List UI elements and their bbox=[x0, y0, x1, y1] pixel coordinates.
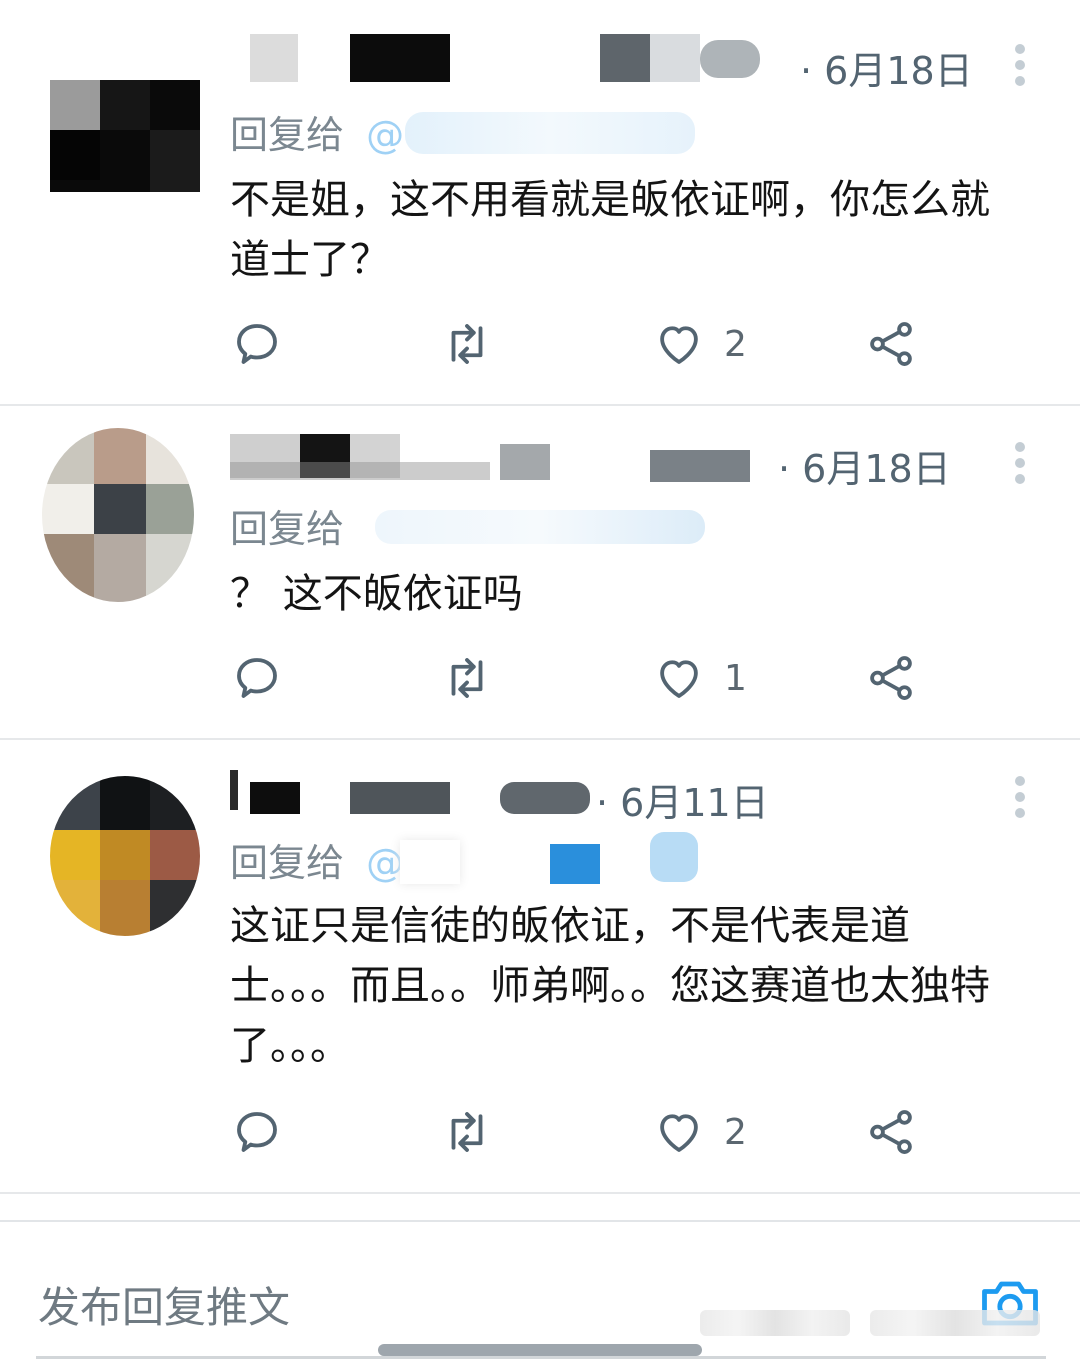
handle-redacted bbox=[700, 40, 760, 78]
tweet-text: 不是姐，这不用看就是皈依证啊，你怎么就道士了？ bbox=[230, 177, 990, 283]
avatar[interactable] bbox=[50, 776, 200, 936]
retweet-button[interactable] bbox=[440, 648, 512, 708]
mention-link[interactable]: @ bbox=[366, 113, 404, 157]
avatar[interactable] bbox=[50, 80, 200, 192]
like-icon bbox=[660, 1114, 698, 1152]
handle-redacted bbox=[500, 444, 550, 480]
mention-redacted bbox=[405, 112, 695, 154]
like-count: 1 bbox=[724, 657, 747, 699]
like-button[interactable]: 2 bbox=[652, 314, 747, 374]
input-underline bbox=[36, 1356, 1046, 1359]
username-redacted bbox=[350, 34, 450, 82]
mention-redacted bbox=[400, 840, 460, 884]
watermark bbox=[870, 1310, 1040, 1336]
handle-redacted bbox=[650, 450, 750, 482]
retweet-icon bbox=[451, 658, 483, 698]
share-button[interactable] bbox=[864, 314, 918, 374]
user-header[interactable]: · 6月11日 bbox=[230, 766, 810, 826]
share-button[interactable] bbox=[864, 648, 918, 708]
reply-to: 回复给 bbox=[230, 498, 354, 553]
share-icon bbox=[870, 322, 912, 366]
tweet-actions: 2 bbox=[230, 314, 950, 374]
tweet-3[interactable]: · 6月11日 回复给 @ 这证只是信徒的皈依证，不是代表是道士。。。而且。。师… bbox=[0, 740, 1080, 1192]
mention-redacted bbox=[650, 832, 698, 882]
mention-redacted bbox=[550, 844, 600, 884]
mention-link[interactable]: @ bbox=[366, 841, 404, 885]
like-button[interactable]: 1 bbox=[652, 648, 747, 708]
tweet-1[interactable]: · 6月18日 回复给 @ 不是姐，这不用看就是皈依证啊，你怎么就道士了？ 2 bbox=[0, 0, 1080, 404]
like-button[interactable]: 2 bbox=[652, 1102, 747, 1162]
reply-icon bbox=[237, 1112, 277, 1152]
tweet-divider bbox=[0, 1192, 1080, 1194]
reply-to-label: 回复给 bbox=[230, 841, 345, 885]
like-icon bbox=[660, 326, 698, 364]
like-count: 2 bbox=[724, 1111, 747, 1153]
handle-redacted bbox=[500, 782, 590, 814]
retweet-button[interactable] bbox=[440, 1102, 512, 1162]
reply-to-label: 回复给 bbox=[230, 507, 345, 551]
tweet-date[interactable]: · 6月11日 bbox=[596, 772, 769, 827]
tweet-date[interactable]: · 6月18日 bbox=[800, 40, 973, 95]
retweet-icon bbox=[451, 1112, 483, 1152]
reply-button[interactable] bbox=[230, 1102, 302, 1162]
more-icon[interactable] bbox=[1013, 44, 1027, 92]
username-redacted bbox=[230, 462, 490, 480]
compose-reply-input[interactable]: 发布回复推文 bbox=[38, 1274, 290, 1335]
retweet-icon bbox=[451, 324, 483, 364]
share-icon bbox=[870, 1110, 912, 1154]
home-indicator[interactable] bbox=[378, 1344, 702, 1356]
tweet-2[interactable]: · 6月18日 回复给 ？ 这不皈依证吗 1 bbox=[0, 406, 1080, 738]
reply-to: 回复给 @ bbox=[230, 104, 404, 159]
reply-button[interactable] bbox=[230, 648, 302, 708]
watermark bbox=[700, 1310, 850, 1336]
more-icon[interactable] bbox=[1013, 776, 1027, 824]
share-icon bbox=[870, 656, 912, 700]
username-redacted bbox=[350, 782, 450, 814]
reply-icon bbox=[237, 324, 277, 364]
tweet-actions: 2 bbox=[230, 1102, 950, 1162]
reply-button[interactable] bbox=[230, 314, 302, 374]
more-icon[interactable] bbox=[1013, 442, 1027, 490]
handle-redacted bbox=[650, 34, 700, 82]
tweet-date[interactable]: · 6月18日 bbox=[778, 438, 951, 493]
tweet-actions: 1 bbox=[230, 648, 950, 708]
user-header[interactable]: · 6月18日 bbox=[230, 30, 1080, 93]
tweet-text: ？ 这不皈依证吗 bbox=[230, 571, 523, 617]
reply-to: 回复给 @ bbox=[230, 832, 404, 887]
username-redacted bbox=[250, 782, 300, 814]
reply-icon bbox=[237, 658, 277, 698]
share-button[interactable] bbox=[864, 1102, 918, 1162]
username-redacted bbox=[250, 34, 298, 82]
like-icon bbox=[660, 660, 698, 698]
handle-redacted bbox=[600, 34, 650, 82]
reply-to-label: 回复给 bbox=[230, 113, 345, 157]
user-header[interactable]: · 6月18日 bbox=[230, 432, 1010, 492]
avatar[interactable] bbox=[42, 428, 194, 602]
mention-redacted bbox=[375, 510, 705, 544]
like-count: 2 bbox=[724, 323, 747, 365]
username-redacted bbox=[230, 770, 238, 810]
tweet-text: 这证只是信徒的皈依证，不是代表是道士。。。而且。。师弟啊。。您这赛道也太独特了。… bbox=[230, 903, 990, 1069]
retweet-button[interactable] bbox=[440, 314, 512, 374]
